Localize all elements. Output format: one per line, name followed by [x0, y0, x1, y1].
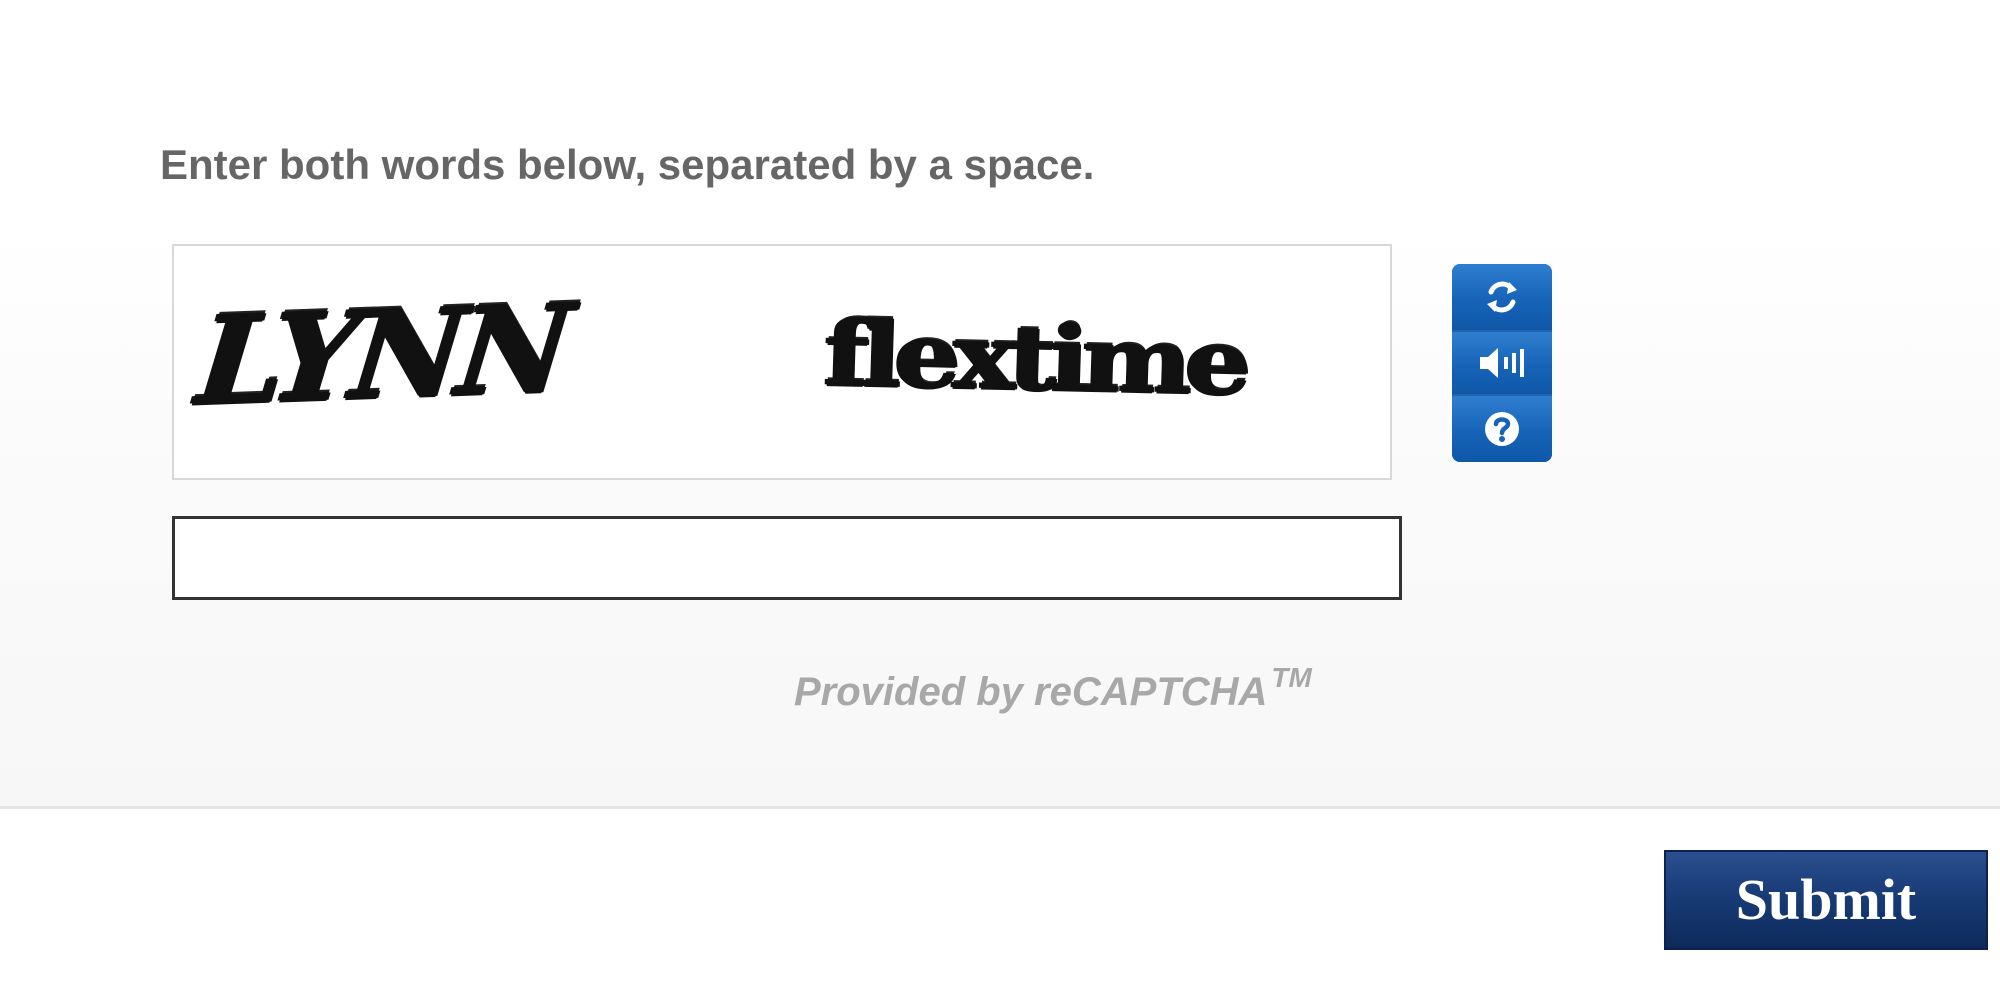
help-captcha-button[interactable]	[1452, 396, 1552, 462]
speaker-icon	[1476, 343, 1528, 383]
provider-credit: Provided by reCAPTCHA TM	[794, 648, 1312, 722]
section-divider	[0, 806, 2000, 809]
submit-button[interactable]: Submit	[1664, 850, 1988, 950]
captcha-tools	[1452, 264, 1552, 462]
refresh-icon	[1480, 275, 1524, 319]
captcha-image: LYNN flextime	[172, 244, 1392, 480]
trademark-mark: TM	[1271, 662, 1312, 693]
audio-captcha-button[interactable]	[1452, 332, 1552, 394]
help-icon	[1482, 409, 1522, 449]
provider-text: Provided by reCAPTCHA	[794, 670, 1268, 714]
captcha-instruction: Enter both words below, separated by a s…	[160, 141, 1095, 188]
captcha-answer-input[interactable]	[172, 516, 1402, 600]
reload-captcha-button[interactable]	[1452, 264, 1552, 330]
captcha-word-2: flextime	[822, 299, 1246, 416]
captcha-word-1: LYNN	[191, 275, 573, 433]
captcha-widget: Enter both words below, separated by a s…	[0, 0, 2000, 806]
